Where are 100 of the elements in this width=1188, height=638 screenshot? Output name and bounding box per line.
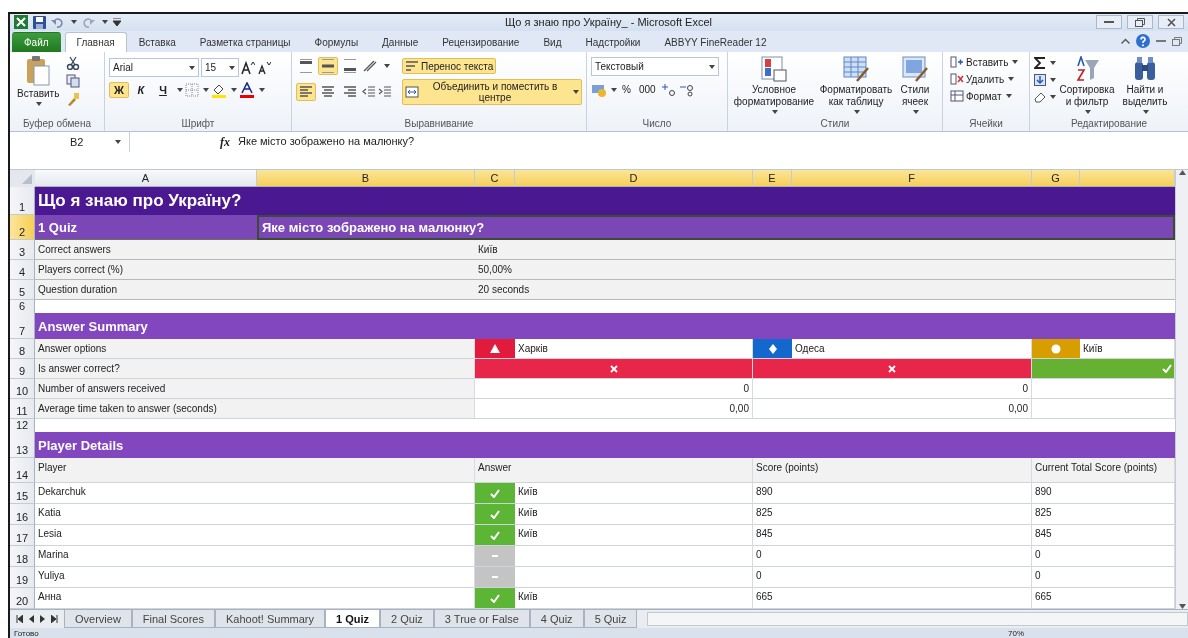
font-style-button[interactable]: К [131, 82, 151, 99]
font-name-field[interactable]: Arial [109, 58, 199, 78]
row-header[interactable]: 15 [10, 483, 35, 505]
styles-button[interactable]: Стили ячеек [896, 54, 934, 117]
caret-icon [189, 65, 195, 70]
column-header[interactable]: A [35, 170, 257, 188]
restore-button[interactable] [1127, 15, 1153, 30]
horizontal-scrollbar[interactable] [647, 612, 1188, 627]
ribbon-tab[interactable]: Вставка [126, 32, 188, 53]
group-label: Число [641, 118, 673, 132]
table-cell[interactable]: 1 Quiz [35, 215, 257, 241]
caret-icon [611, 87, 617, 92]
ribbon-tab[interactable]: Формулы [302, 32, 371, 53]
table-cell: Київ [475, 240, 1175, 261]
formula-field[interactable]: Яке місто зображено на малюнку? [238, 135, 415, 148]
row-header[interactable]: 12 [10, 419, 35, 434]
sheet-tab[interactable]: 1 Quiz [325, 610, 381, 629]
sheet-tab[interactable]: 2 Quiz [380, 610, 434, 629]
column-header[interactable] [1080, 170, 1175, 188]
column-header[interactable]: B [257, 170, 475, 188]
diamond-icon [767, 343, 778, 354]
row-header[interactable]: 18 [10, 546, 35, 568]
increase-indent-icon [378, 85, 392, 100]
vertical-align-icon [299, 59, 313, 74]
row-header[interactable]: 20 [10, 588, 35, 610]
ribbon-tab[interactable]: Вид [531, 32, 574, 53]
sheet-tab[interactable]: Overview [64, 610, 132, 629]
close-button[interactable] [1158, 15, 1184, 30]
table-cell: 0 [753, 546, 1032, 568]
row-header[interactable]: 2 [10, 215, 35, 241]
sheet-tab[interactable]: 4 Quiz [529, 610, 584, 629]
row-header[interactable]: 3 [10, 240, 35, 261]
ribbon-tab[interactable]: Рецензирование [430, 32, 532, 53]
row-header[interactable]: 13 [10, 432, 35, 459]
table-cell: 0 [753, 379, 1032, 400]
column-header[interactable]: E [753, 170, 792, 188]
row-header[interactable]: 4 [10, 260, 35, 281]
row-header[interactable]: 5 [10, 280, 35, 301]
caret-icon [259, 88, 265, 93]
horizontal-align-button[interactable] [296, 83, 316, 102]
sheet-tab[interactable]: Kahoot! Summary [215, 610, 326, 629]
ribbon-tab[interactable]: Надстройки [573, 32, 653, 53]
ribbon-tab[interactable]: Главная [64, 32, 127, 53]
table-cell: Player [35, 458, 475, 484]
cells-button[interactable]: Формат [947, 88, 1015, 105]
check-icon [490, 509, 500, 519]
row-header[interactable]: 8 [10, 339, 35, 360]
caret-icon [1005, 94, 1012, 99]
column-header[interactable]: G [1032, 170, 1080, 188]
row-header[interactable]: 6 [10, 300, 35, 315]
find-select-button[interactable]: Найти и выделить [1118, 54, 1172, 117]
triangle-icon [490, 343, 500, 354]
thousands-button[interactable]: 000 [635, 82, 659, 98]
caret-icon [1050, 95, 1056, 100]
function-button[interactable]: fx [220, 135, 230, 151]
sheet-tab[interactable]: 3 True or False [433, 610, 530, 629]
file-tab[interactable]: Файл [12, 32, 61, 53]
row-header[interactable]: 19 [10, 567, 35, 589]
merge-center-button[interactable]: Объединить и поместить в центре [402, 79, 582, 106]
column-header[interactable]: F [792, 170, 1032, 188]
font-style-button[interactable]: Ч [153, 82, 173, 99]
row-header[interactable]: 17 [10, 525, 35, 547]
wrap-text-button[interactable]: Перенос текста [402, 58, 497, 75]
vertical-scrollbar[interactable] [1175, 170, 1188, 610]
sheet-tab[interactable]: Final Scores [131, 610, 215, 629]
styles-button[interactable]: Условное форматирование [732, 54, 816, 117]
row-header[interactable]: 16 [10, 504, 35, 526]
group-label: Выравнивание [403, 118, 475, 132]
column-header[interactable]: C [475, 170, 515, 188]
font-style-button[interactable]: Ж [109, 82, 129, 99]
collapse-ribbon-icon [1121, 38, 1130, 45]
dash-icon [492, 576, 498, 579]
row-header[interactable]: 9 [10, 359, 35, 380]
caret-icon [1012, 60, 1019, 65]
sum-icon [1034, 57, 1046, 70]
row-header[interactable]: 11 [10, 399, 35, 420]
cells-button[interactable]: Вставить [947, 54, 1022, 71]
ribbon-tab[interactable]: Разметка страницы [187, 32, 303, 53]
styles-button[interactable]: Форматировать как таблицу [818, 54, 894, 117]
group-label: Шрифт [180, 118, 216, 132]
number-format-field[interactable]: Текстовый [591, 57, 719, 77]
row-header[interactable]: 14 [10, 458, 35, 484]
row-header[interactable]: 7 [10, 313, 35, 340]
table-cell[interactable]: Яке місто зображено на малюнку? [257, 215, 1175, 241]
paste-button[interactable]: Вставить [14, 54, 63, 109]
cells-button[interactable]: Удалить [947, 71, 1018, 88]
ribbon-tab[interactable]: Данные [370, 32, 431, 53]
percent-button[interactable]: % [619, 82, 634, 98]
column-header[interactable]: D [515, 170, 753, 188]
vertical-align-button[interactable] [318, 57, 338, 76]
ribbon-tab[interactable]: ABBYY FineReader 12 [652, 32, 779, 53]
row-header[interactable]: 1 [10, 187, 35, 216]
sort-filter-button[interactable]: Сортировка и фильтр [1059, 54, 1115, 117]
sheet-tab[interactable]: 5 Quiz [583, 610, 638, 629]
font-size-field[interactable]: 15 [201, 58, 239, 78]
group-label: Буфер обмена [22, 118, 92, 132]
table-cell: Dekarchuk [35, 483, 475, 505]
format-painter-icon [66, 92, 81, 107]
minimize-button[interactable] [1096, 15, 1122, 30]
row-header[interactable]: 10 [10, 379, 35, 400]
